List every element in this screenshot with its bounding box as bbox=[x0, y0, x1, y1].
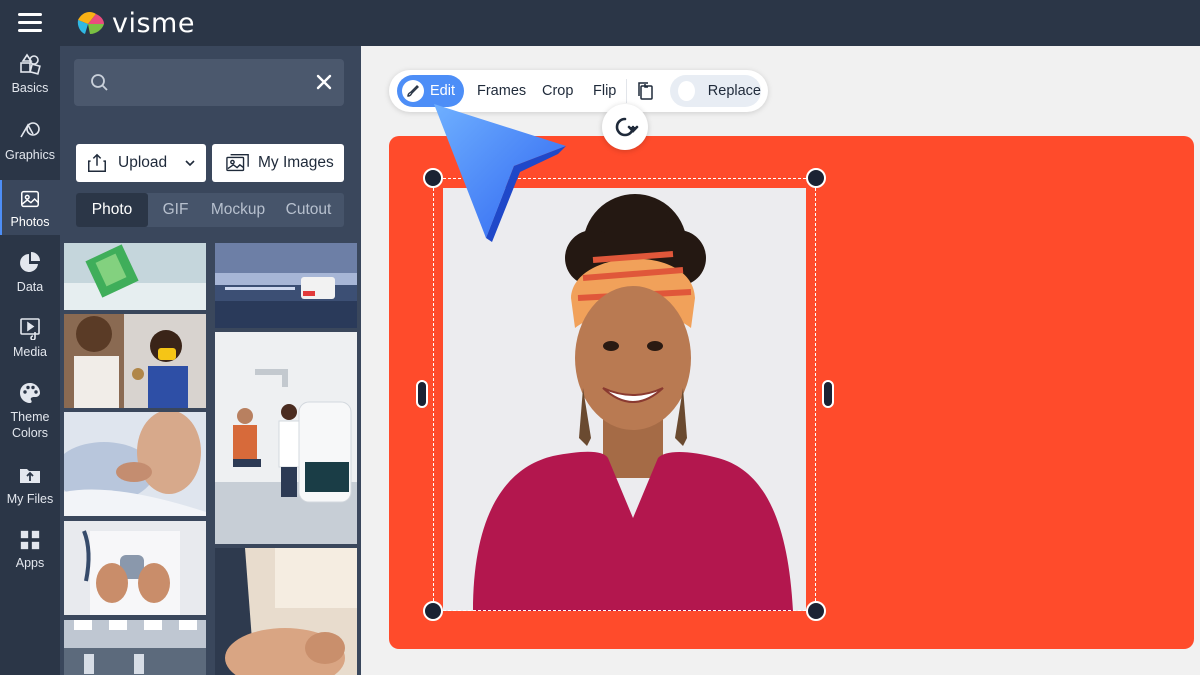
rail-label: My Files bbox=[6, 492, 54, 506]
photo-thumbnail[interactable] bbox=[64, 243, 206, 310]
copy-icon[interactable] bbox=[637, 81, 655, 101]
theme-colors-icon bbox=[20, 383, 40, 403]
photos-panel: Upload My Images Photo GIF Mockup Cutout bbox=[60, 46, 361, 675]
replace-label: Replace bbox=[707, 83, 761, 99]
logo-text: visme bbox=[112, 7, 195, 39]
search-input[interactable] bbox=[118, 67, 308, 97]
resize-handle-top-right[interactable] bbox=[806, 168, 826, 188]
edit-button[interactable]: Edit bbox=[397, 75, 464, 107]
rail-label: Apps bbox=[15, 556, 45, 570]
flip-button[interactable]: Flip bbox=[593, 75, 616, 107]
apps-icon bbox=[20, 530, 40, 550]
photo-thumbnail[interactable] bbox=[215, 548, 357, 675]
chevron-down-icon[interactable] bbox=[184, 157, 196, 169]
photo-thumbnail[interactable] bbox=[64, 314, 206, 408]
data-icon bbox=[20, 252, 40, 272]
resize-handle-right[interactable] bbox=[822, 380, 834, 408]
image-toolbar: Edit Frames Crop Flip Replace bbox=[389, 70, 768, 112]
resize-handle-bottom-left[interactable] bbox=[423, 601, 443, 621]
rotate-handle[interactable] bbox=[602, 104, 648, 150]
toolbar-divider bbox=[626, 79, 627, 103]
rail-label: Photos bbox=[10, 215, 50, 229]
rail-item-my-files[interactable]: My Files bbox=[0, 463, 60, 519]
rail-label: Theme Colors bbox=[10, 410, 50, 440]
visme-logo[interactable]: visme bbox=[76, 7, 195, 39]
rail-label: Media bbox=[12, 345, 48, 359]
media-type-tabs: Photo GIF Mockup Cutout bbox=[76, 193, 344, 227]
rail-item-basics[interactable]: Basics bbox=[0, 52, 60, 108]
edit-label: Edit bbox=[430, 83, 455, 99]
basics-icon bbox=[20, 53, 41, 75]
selected-photo[interactable] bbox=[443, 188, 806, 611]
replace-button[interactable]: Replace bbox=[670, 75, 761, 107]
upload-icon bbox=[88, 153, 106, 172]
close-icon[interactable] bbox=[314, 72, 334, 92]
upload-button[interactable]: Upload bbox=[76, 144, 206, 182]
rail-item-media[interactable]: Media bbox=[0, 316, 60, 372]
frames-button[interactable]: Frames bbox=[477, 75, 526, 107]
graphics-icon bbox=[20, 122, 40, 138]
tab-photo[interactable]: Photo bbox=[76, 193, 148, 227]
images-icon bbox=[226, 154, 249, 172]
visme-logo-icon bbox=[77, 12, 104, 34]
search-box bbox=[74, 59, 344, 106]
resize-handle-left[interactable] bbox=[416, 380, 428, 408]
upload-label: Upload bbox=[118, 154, 168, 171]
photo-thumbnail[interactable] bbox=[64, 620, 206, 675]
photo-thumbnail[interactable] bbox=[215, 243, 357, 328]
brush-icon bbox=[402, 80, 424, 102]
top-bar: visme bbox=[0, 0, 1200, 46]
media-icon bbox=[20, 318, 40, 340]
rotate-icon bbox=[615, 117, 639, 137]
rail-item-graphics[interactable]: Graphics bbox=[0, 119, 60, 175]
photos-icon bbox=[21, 190, 39, 208]
left-rail: Basics Graphics Photos Data Media Theme … bbox=[0, 46, 60, 675]
rail-item-data[interactable]: Data bbox=[0, 251, 60, 307]
crop-button[interactable]: Crop bbox=[542, 75, 573, 107]
my-images-label: My Images bbox=[258, 154, 334, 171]
photo-thumbnail[interactable] bbox=[64, 412, 206, 516]
my-files-icon bbox=[20, 469, 40, 483]
resize-handle-top-left[interactable] bbox=[423, 168, 443, 188]
rail-item-apps[interactable]: Apps bbox=[0, 529, 60, 585]
rail-label: Data bbox=[16, 280, 44, 294]
photo-thumbnail[interactable] bbox=[215, 332, 357, 544]
search-icon bbox=[91, 74, 108, 91]
replace-toggle-knob bbox=[678, 81, 695, 101]
resize-handle-bottom-right[interactable] bbox=[806, 601, 826, 621]
menu-icon[interactable] bbox=[18, 13, 42, 33]
rail-label: Basics bbox=[11, 81, 49, 95]
rail-item-theme-colors[interactable]: Theme Colors bbox=[0, 381, 60, 443]
tab-cutout[interactable]: Cutout bbox=[273, 193, 344, 227]
rail-label: Graphics bbox=[4, 148, 56, 162]
photo-thumbnail[interactable] bbox=[64, 521, 206, 615]
my-images-button[interactable]: My Images bbox=[212, 144, 344, 182]
tab-mockup[interactable]: Mockup bbox=[203, 193, 273, 227]
tab-gif[interactable]: GIF bbox=[148, 193, 203, 227]
rail-item-photos[interactable]: Photos bbox=[0, 180, 60, 235]
